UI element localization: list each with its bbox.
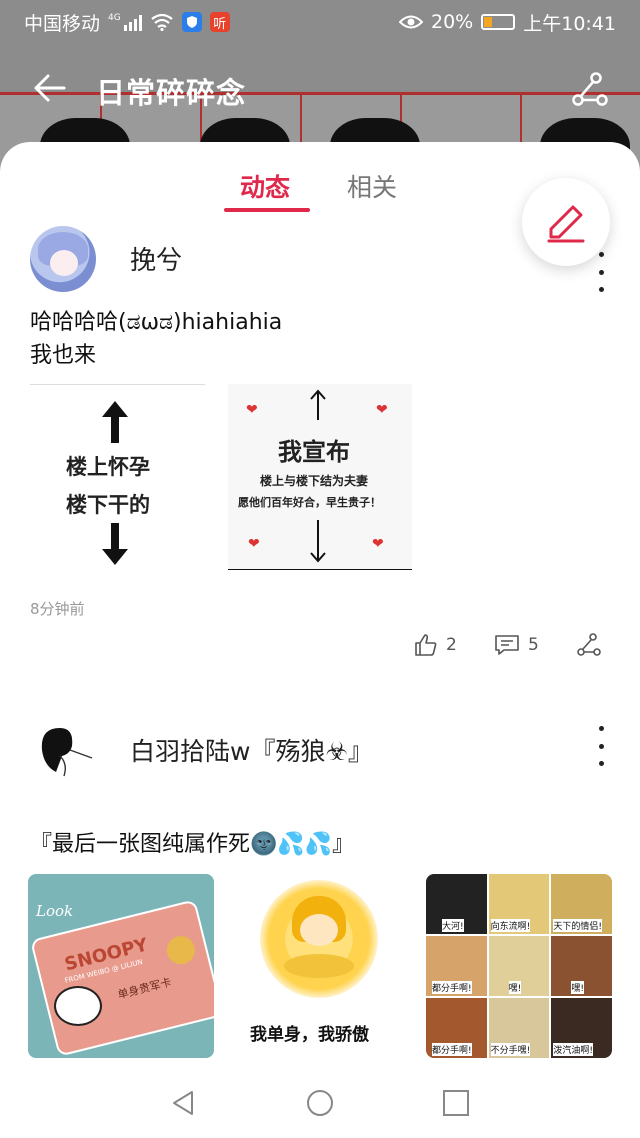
post-text-line: 哈哈哈哈(ಡωಡ)hiahiahia [30,310,283,335]
carrier-label: 中国移动 [24,12,101,35]
more-options-icon[interactable] [596,252,606,292]
post-username[interactable]: 挽兮 [130,240,182,277]
meme-cell-text: 向东流啊! [490,919,531,932]
signal-icon: 4G [108,13,142,31]
meme-cell-text: 嘿! [571,981,584,994]
meme-cell-text: 泼汽油啊! [553,1043,593,1056]
share-icon [577,633,601,656]
more-options-icon[interactable] [596,726,606,766]
battery-icon [481,14,516,30]
clock: 上午10:41 [523,12,616,35]
meme-cell-text: 嘿! [508,981,522,994]
meme-caption: 楼上与楼下结为夫妻 [260,474,369,488]
content-card: 动态 相关 挽兮 哈哈哈哈(ಡωಡ)hiahiahia 我也来 楼上怀孕 楼下干… [0,142,640,1138]
battery-percent: 20% [431,11,474,33]
nav-back-icon[interactable] [168,1088,198,1118]
post-image[interactable]: ❤ ❤ 我宣布 楼上与楼下结为夫妻 愿他们百年好合，早生贵子！ ❤ ❤ [228,384,412,570]
meme-cell-text: 天下的情侣! [553,919,602,932]
heart-icon: ❤ [246,402,258,418]
page-title: 日常碎碎念 [96,76,247,110]
listen-app-badge: 听 [209,12,230,32]
post-image[interactable]: 楼上怀孕 楼下干的 [30,384,205,570]
shield-icon [181,12,202,32]
card-text: 单身贵军卡 [116,975,173,1002]
post-image[interactable]: Look SNOOPY FROM WEIBO @ LILIUN 单身贵军卡 [28,874,214,1058]
pencil-icon [547,205,585,243]
title-bar: 日常碎碎念 [0,64,640,114]
heart-icon: ❤ [372,536,384,552]
nav-recents-icon[interactable] [441,1088,471,1118]
thumbs-up-icon [415,634,437,656]
comment-icon [495,635,519,655]
meme-cell-text: 都分手啊! [432,981,472,994]
look-label: Look [36,902,74,920]
active-tab-indicator [224,208,310,212]
post-image[interactable]: 大河! 向东流啊! 天下的情侣! 都分手啊! 嘿! 嘿! 都分手啊! 不分手嘿!… [426,874,612,1058]
meme-title: 我宣布 [278,438,350,466]
image-caption: 我单身，我骄傲 [250,1025,369,1045]
post-text-line: 我也来 [30,343,97,368]
avatar[interactable] [34,720,96,782]
eye-icon [399,15,423,29]
network-type: 4G [108,13,121,23]
comment-count: 5 [528,635,539,655]
meme-caption: 楼上怀孕 [66,455,150,479]
meme-cell-text: 大河! [442,919,464,932]
like-button[interactable]: 2 [414,630,457,660]
tab-feed[interactable]: 动态 [240,168,290,204]
post-share-button[interactable] [576,630,602,660]
meme-cell-text: 都分手啊! [432,1043,472,1056]
nav-home-icon[interactable] [305,1088,335,1118]
status-bar: 中国移动 4G 听 20% 上午10:41 [0,0,640,44]
arrow-up-icon [102,401,128,443]
arrow-up-icon [310,389,326,420]
comment-button[interactable]: 5 [494,630,539,660]
avatar[interactable] [30,226,96,292]
post-image[interactable]: 我单身，我骄傲 [238,874,400,1058]
post-username[interactable]: 白羽拾陆w『殇狼☣』 [130,732,373,768]
meme-cell-text: 不分手嘿! [490,1043,531,1056]
meme-caption: 愿他们百年好合，早生贵子！ [238,496,381,509]
arrow-down-icon [102,523,128,565]
wifi-icon [151,13,173,31]
like-count: 2 [446,635,457,655]
post-timestamp: 8分钟前 [30,600,85,618]
post-text: 『最后一张图纯属作死🌚💦💦』 [30,832,355,857]
heart-icon: ❤ [248,536,260,552]
share-icon[interactable] [570,70,610,110]
back-arrow-icon[interactable] [30,68,70,108]
meme-caption: 楼下干的 [66,493,150,517]
arrow-down-icon [310,520,326,563]
heart-icon: ❤ [376,402,388,418]
system-nav-bar [0,1066,640,1138]
tab-related[interactable]: 相关 [347,168,397,204]
